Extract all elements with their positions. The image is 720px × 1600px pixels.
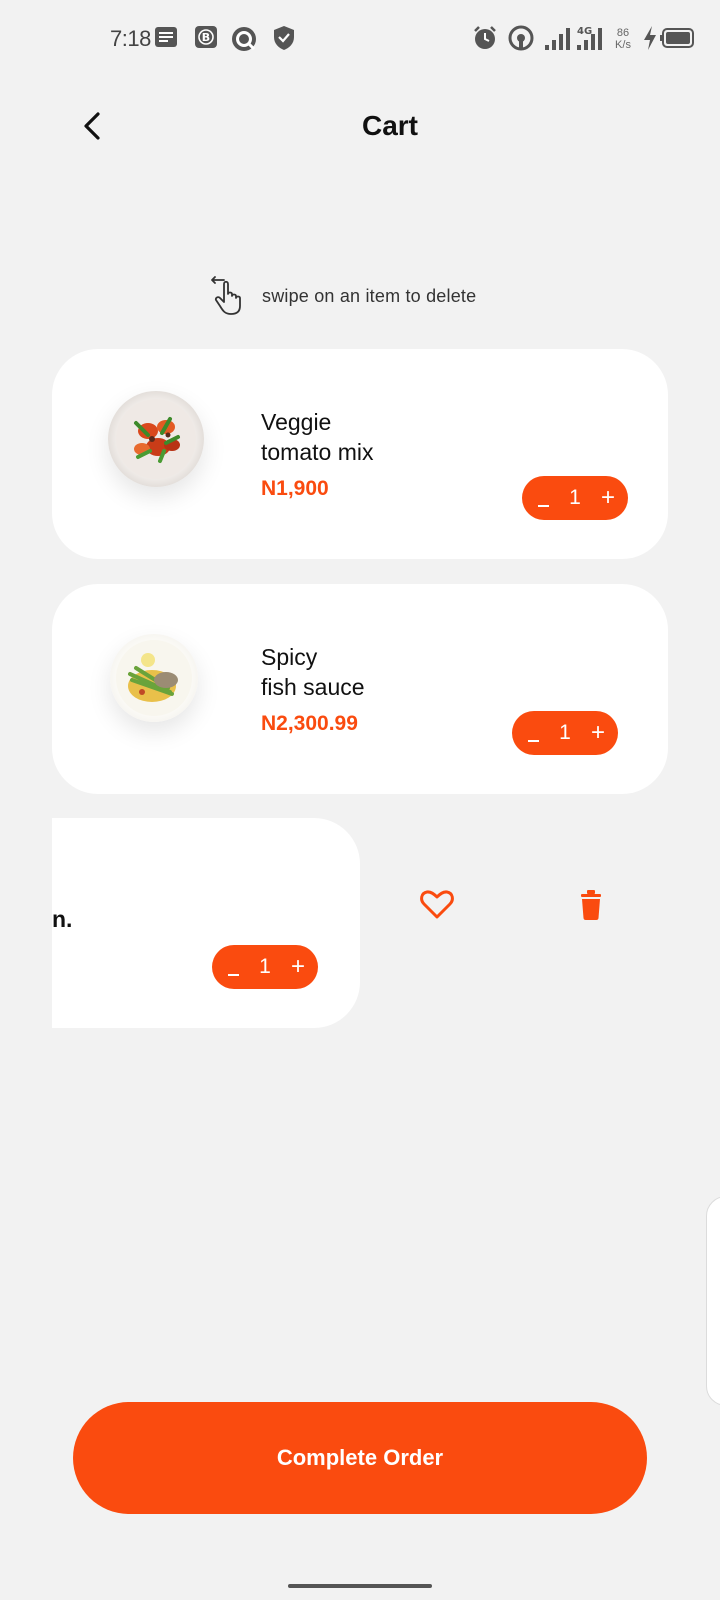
- status-time: 7:18: [110, 26, 151, 51]
- cart-item-card-swiped[interactable]: n. 1 +: [52, 818, 360, 1028]
- cart-item-card[interactable]: Veggie tomato mix N1,900 1 +: [52, 349, 668, 559]
- net-speed-value: 86: [616, 27, 630, 39]
- cart-item-card[interactable]: Spicy fish sauce N2,300.99 1 +: [52, 584, 668, 794]
- net-speed-unit: K/s: [615, 39, 631, 51]
- signal-4g-icon: 4G: [577, 26, 602, 50]
- charging-icon: [644, 26, 656, 50]
- quantity-stepper: 1 +: [512, 711, 618, 755]
- item-price: N2,300.99: [261, 712, 358, 735]
- net-speed: 86 K/s: [610, 27, 636, 51]
- favorite-button[interactable]: [415, 882, 459, 926]
- quantity-value: 1: [259, 955, 271, 978]
- increase-quantity-button[interactable]: +: [586, 715, 610, 751]
- b-app-icon: B: [195, 26, 217, 48]
- item-name: Veggie tomato mix: [261, 409, 374, 465]
- dish-image: [108, 391, 204, 487]
- heart-icon: [420, 890, 454, 919]
- alarm-icon: [474, 26, 496, 49]
- quantity-stepper: 1 +: [212, 945, 318, 989]
- home-indicator[interactable]: [288, 1584, 432, 1588]
- quantity-stepper: 1 +: [522, 476, 628, 520]
- decrease-quantity-button[interactable]: [532, 478, 556, 518]
- status-bar: 7:18 B 4G 86 K/s: [0, 0, 720, 80]
- quantity-value: 1: [569, 486, 581, 509]
- message-icon: [155, 27, 177, 47]
- dish-image: [110, 634, 198, 722]
- signal-icon: [545, 28, 570, 50]
- svg-text:4G: 4G: [577, 26, 592, 37]
- page-title: Cart: [361, 110, 418, 141]
- decrease-quantity-button[interactable]: [522, 713, 546, 753]
- item-price: N1,900: [261, 477, 329, 500]
- edge-panel-handle[interactable]: [706, 1196, 720, 1406]
- hotspot-icon: [508, 25, 534, 51]
- q-app-icon: [232, 27, 256, 51]
- increase-quantity-button[interactable]: +: [596, 480, 620, 516]
- delete-button[interactable]: [569, 882, 613, 926]
- shield-icon: [274, 26, 294, 50]
- complete-order-button[interactable]: Complete Order: [73, 1402, 647, 1514]
- battery-icon: [660, 28, 694, 48]
- decrease-quantity-button[interactable]: [222, 947, 246, 987]
- item-name-fragment: n.: [52, 906, 73, 932]
- quantity-value: 1: [559, 721, 571, 744]
- svg-text:B: B: [202, 31, 210, 44]
- swipe-hand-icon: [211, 276, 241, 315]
- increase-quantity-button[interactable]: +: [286, 949, 310, 985]
- trash-icon: [581, 890, 601, 920]
- item-name: Spicy fish sauce: [261, 644, 365, 700]
- swipe-hint-text: swipe on an item to delete: [262, 286, 477, 306]
